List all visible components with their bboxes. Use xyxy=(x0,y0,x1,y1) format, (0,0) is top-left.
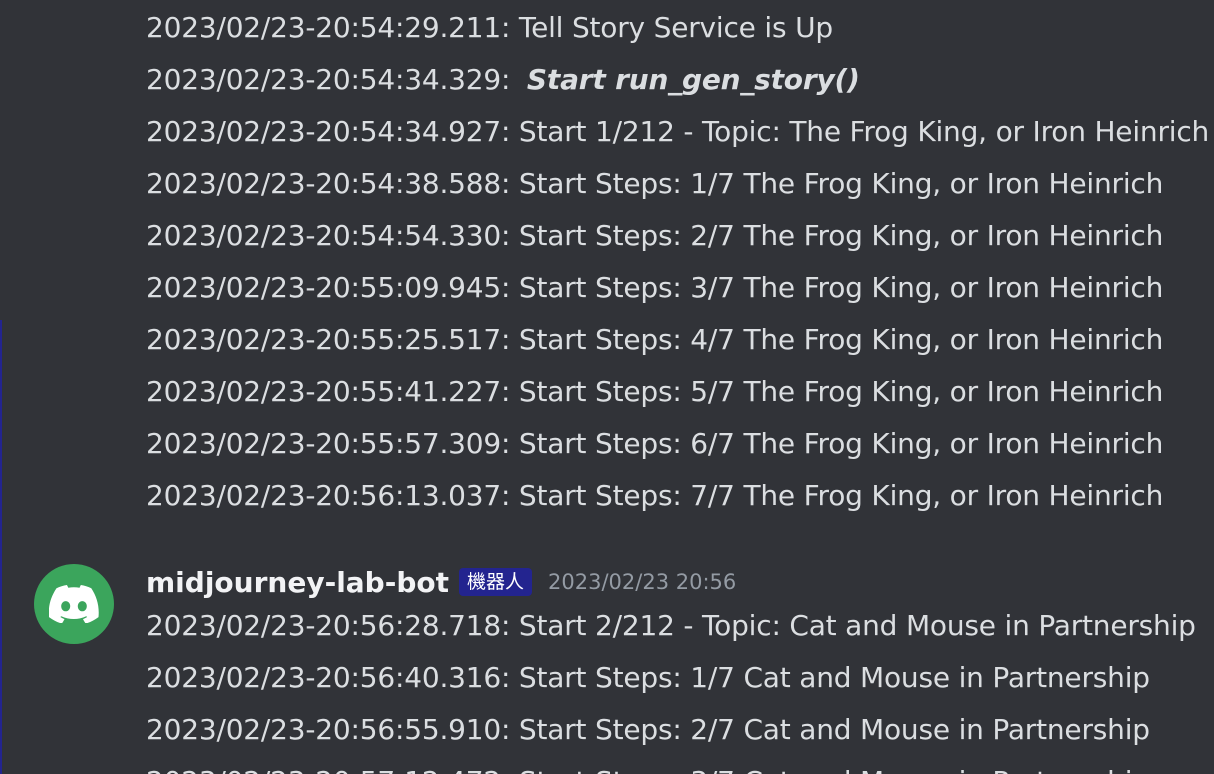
message-text: 2023/02/23-20:57:12.472: Start Steps: 3/… xyxy=(146,765,1150,774)
message-line[interactable]: 2023/02/23-20:56:13.037: Start Steps: 7/… xyxy=(146,478,1163,514)
message-text: 2023/02/23-20:54:34.329: xyxy=(146,63,519,96)
message-text: 2023/02/23-20:54:38.588: Start Steps: 1/… xyxy=(146,167,1164,200)
message-text: 2023/02/23-20:54:29.211: Tell Story Serv… xyxy=(146,11,833,44)
message-line[interactable]: 2023/02/23-20:55:57.309: Start Steps: 6/… xyxy=(146,426,1163,462)
message-line[interactable]: 2023/02/23-20:55:41.227: Start Steps: 5/… xyxy=(146,374,1163,410)
message-text: 2023/02/23-20:55:57.309: Start Steps: 6/… xyxy=(146,427,1164,460)
message-line[interactable]: 2023/02/23-20:56:28.718: Start 2/212 - T… xyxy=(146,608,1196,644)
message-line[interactable]: 2023/02/23-20:56:55.910: Start Steps: 2/… xyxy=(146,712,1150,748)
channel-edge-line xyxy=(0,320,2,774)
message-text: 2023/02/23-20:56:40.316: Start Steps: 1/… xyxy=(146,661,1150,694)
message-line[interactable]: 2023/02/23-20:54:29.211: Tell Story Serv… xyxy=(146,10,833,46)
message-line[interactable]: 2023/02/23-20:56:40.316: Start Steps: 1/… xyxy=(146,660,1150,696)
emphasized-text: Start run_gen_story() xyxy=(526,63,860,96)
chat-message-area: 2023/02/23-20:54:29.211: Tell Story Serv… xyxy=(0,0,1214,774)
discord-logo-icon xyxy=(49,585,99,623)
message-text: 2023/02/23-20:56:13.037: Start Steps: 7/… xyxy=(146,479,1164,512)
message-text: 2023/02/23-20:54:54.330: Start Steps: 2/… xyxy=(146,219,1164,252)
avatar[interactable] xyxy=(34,564,114,644)
message-text: 2023/02/23-20:56:55.910: Start Steps: 2/… xyxy=(146,713,1150,746)
message-timestamp[interactable]: 2023/02/23 20:56 xyxy=(548,570,736,594)
bot-tag: 機器人 xyxy=(459,568,533,596)
message-text: 2023/02/23-20:55:41.227: Start Steps: 5/… xyxy=(146,375,1164,408)
message-text: 2023/02/23-20:55:25.517: Start Steps: 4/… xyxy=(146,323,1164,356)
username[interactable]: midjourney-lab-bot xyxy=(146,566,449,599)
message-line[interactable]: 2023/02/23-20:54:34.329: Start run_gen_s… xyxy=(146,62,860,98)
message-line[interactable]: 2023/02/23-20:54:54.330: Start Steps: 2/… xyxy=(146,218,1163,254)
message-text: 2023/02/23-20:54:34.927: Start 1/212 - T… xyxy=(146,115,1210,148)
message-group-header: midjourney-lab-bot 機器人 2023/02/23 20:56 xyxy=(146,562,736,602)
message-line[interactable]: 2023/02/23-20:54:34.927: Start 1/212 - T… xyxy=(146,114,1209,150)
message-line[interactable]: 2023/02/23-20:55:09.945: Start Steps: 3/… xyxy=(146,270,1163,306)
message-line[interactable]: 2023/02/23-20:57:12.472: Start Steps: 3/… xyxy=(146,764,1150,774)
message-text: 2023/02/23-20:56:28.718: Start 2/212 - T… xyxy=(146,609,1196,642)
message-text: 2023/02/23-20:55:09.945: Start Steps: 3/… xyxy=(146,271,1164,304)
message-line[interactable]: 2023/02/23-20:54:38.588: Start Steps: 1/… xyxy=(146,166,1163,202)
message-line[interactable]: 2023/02/23-20:55:25.517: Start Steps: 4/… xyxy=(146,322,1163,358)
